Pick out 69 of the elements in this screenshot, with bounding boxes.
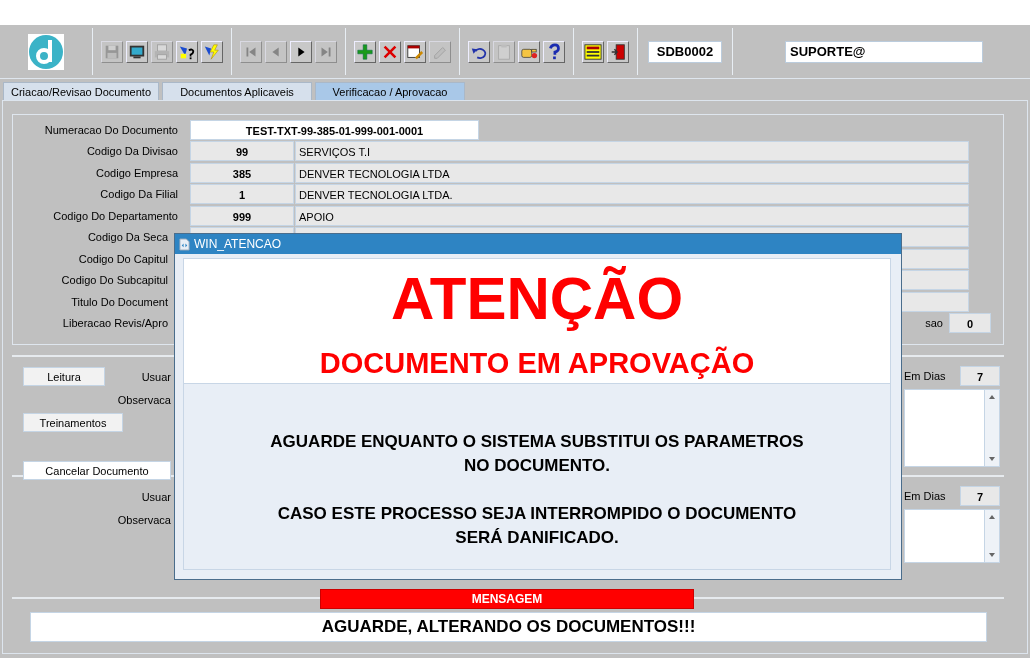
toolbar-button[interactable] — [468, 40, 490, 63]
message-field: AGUARDE, ALTERANDO OS DOCUMENTOS!!! — [30, 612, 987, 642]
toolbar-button[interactable] — [607, 40, 629, 63]
field-label: Codigo Empresa — [95, 166, 179, 179]
screen-code: SDB0002 — [648, 40, 722, 63]
toolbar-button[interactable] — [176, 40, 198, 63]
description-field[interactable]: APOIO — [295, 205, 969, 226]
warning-text: CASO ESTE PROCESSO SEJA INTERROMPIDO O DOCUMENTO SERÁ DANIFICADO. — [276, 503, 798, 549]
field-label: Codigo Da Seca — [86, 231, 169, 244]
code-field[interactable]: 385 — [190, 162, 294, 183]
clipboard-icon — [495, 42, 513, 61]
toolbar-button[interactable] — [201, 40, 223, 63]
toolbar-button[interactable] — [543, 40, 565, 63]
user-field[interactable]: SUPORTE@ — [785, 40, 983, 63]
up-arrow-icon — [987, 393, 997, 401]
description-field[interactable]: DENVER TECNOLOGIA LTDA — [295, 162, 969, 183]
down-arrow-icon — [987, 455, 997, 463]
message-title-bar: MENSAGEM — [320, 589, 694, 609]
tab[interactable]: Verificacao / Aprovacao — [315, 82, 465, 100]
tab[interactable]: Documentos Aplicaveis — [162, 82, 312, 100]
field-label: Titulo Do Document — [70, 295, 169, 308]
field-label: Codigo Do Subcapitul — [60, 274, 169, 287]
logo-icon — [28, 33, 64, 70]
field-label: Usuar — [141, 490, 171, 503]
field-label: Liberacao Revis/Apro — [61, 317, 169, 330]
code-field[interactable]: 1 — [190, 184, 294, 205]
notes-field[interactable] — [904, 509, 1000, 563]
field-label: Observaca — [117, 393, 171, 406]
toolbar-button[interactable] — [290, 40, 312, 63]
form-button[interactable]: Cancelar Documento — [23, 461, 171, 480]
field-label: Codigo Do Departamento — [52, 209, 179, 222]
code-field[interactable]: 99 — [190, 141, 294, 162]
field-label: Em Dias — [904, 490, 946, 502]
lightning-icon — [203, 42, 221, 61]
up-arrow-icon — [987, 513, 997, 521]
field-label: Codigo Do Capitul — [77, 252, 169, 265]
warning-text: AGUARDE ENQUANTO O SISTEMA SUBSTITUI OS PARAMETROS NO DOCUMENTO. — [269, 431, 805, 477]
toolbar-button[interactable] — [404, 40, 426, 63]
form-button[interactable]: Treinamentos — [23, 413, 123, 432]
revision-field[interactable]: 0 — [949, 313, 991, 334]
window-icon — [179, 237, 190, 251]
description-field[interactable]: DENVER TECNOLOGIA LTDA. — [295, 184, 969, 205]
document-number-field[interactable]: TEST-TXT-99-385-01-999-001-0001 — [190, 119, 479, 140]
exit-door-icon — [609, 42, 627, 61]
printer-icon — [153, 42, 171, 61]
toolbar-button[interactable] — [582, 40, 604, 63]
tab[interactable]: Criacao/Revisao Documento — [3, 82, 159, 100]
warning-subheading: DOCUMENTO EM APROVAÇÃO — [318, 347, 756, 380]
field-label: sao — [925, 317, 944, 330]
scrollbar[interactable] — [984, 510, 999, 562]
description-field[interactable]: SERVIÇOS T.I — [295, 141, 969, 162]
toolbar-button[interactable] — [126, 40, 148, 63]
menu-icon — [584, 42, 602, 61]
field-label: Numeracao Do Documento — [43, 123, 179, 136]
document-edit-icon — [406, 42, 424, 61]
field-label: Observaca — [117, 513, 171, 526]
code-field[interactable]: 999 — [190, 205, 294, 226]
field-label: Codigo Da Divisao — [85, 145, 179, 158]
plus-icon — [356, 42, 374, 61]
notes-field[interactable] — [904, 389, 1000, 467]
days-field[interactable]: 7 — [960, 366, 1000, 386]
days-field[interactable]: 7 — [960, 486, 1000, 506]
field-label: Codigo Da Filial — [99, 188, 179, 201]
down-arrow-icon — [987, 551, 997, 559]
field-label: Usuar — [141, 370, 171, 383]
window-title: WIN_ATENCAO — [194, 237, 282, 251]
form-button[interactable]: Leitura — [23, 367, 105, 386]
scrollbar[interactable] — [984, 390, 999, 466]
field-label: Em Dias — [904, 370, 946, 382]
